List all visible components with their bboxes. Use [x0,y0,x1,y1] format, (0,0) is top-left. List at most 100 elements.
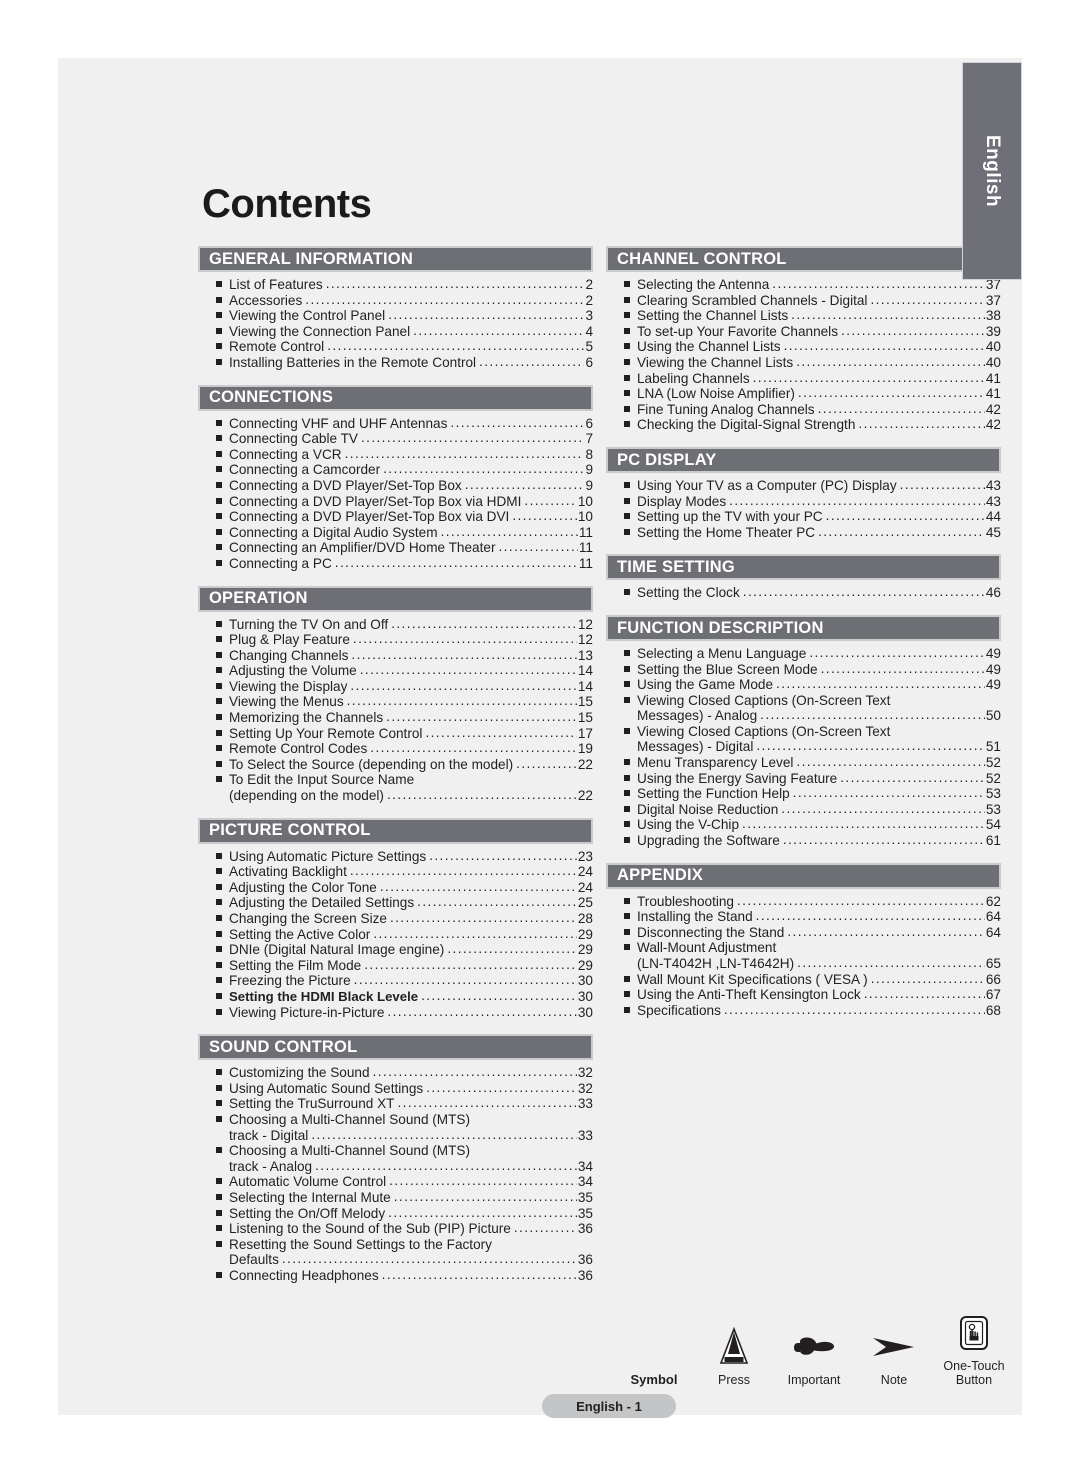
toc-entry[interactable]: Activating Backlight....................… [216,863,593,880]
toc-entry[interactable]: Specifications..........................… [624,1002,1001,1019]
toc-entry[interactable]: Setting the Channel Lists...............… [624,307,1001,324]
toc-entry[interactable]: Connecting a PC.........................… [216,555,593,572]
toc-section-header[interactable]: OPERATION [198,585,593,612]
toc-entry[interactable]: Memorizing the Channels.................… [216,709,593,726]
toc-entry[interactable]: Connecting a DVD Player/Set-Top Box.....… [216,477,593,494]
toc-section-header[interactable]: FUNCTION DESCRIPTION [606,614,1001,641]
toc-entry[interactable]: To set-up Your Favorite Channels........… [624,323,1001,340]
toc-entry[interactable]: Using the Anti-Theft Kensington Lock....… [624,986,1001,1003]
toc-entry[interactable]: Checking the Digital-Signal Strength....… [624,416,1001,433]
toc-entry[interactable]: Freezing the Picture....................… [216,972,593,989]
toc-entry[interactable]: Fine Tuning Analog Channels.............… [624,401,1001,418]
toc-entry[interactable]: Adjusting the Volume....................… [216,662,593,679]
toc-entry[interactable]: Adjusting the Color Tone................… [216,879,593,896]
toc-entry[interactable]: Viewing the Control Panel...............… [216,307,593,324]
toc-entry-page: 34 [577,1174,593,1190]
toc-entry-page: 11 [578,524,593,540]
toc-entry[interactable]: LNA (Low Noise Amplifier)...............… [624,385,1001,402]
toc-entry[interactable]: Display Modes...........................… [624,493,1001,510]
toc-entry[interactable]: Using the Channel Lists.................… [624,338,1001,355]
toc-entry[interactable]: Connecting a DVD Player/Set-Top Box via … [216,508,593,525]
toc-entry[interactable]: Digital Noise Reduction.................… [624,801,1001,818]
toc-entry[interactable]: To Edit the Input Source Name (depending … [216,772,593,803]
toc-entry-label: Connecting VHF and UHF Antennas [229,415,448,431]
toc-entry[interactable]: Connecting Headphones...................… [216,1267,593,1284]
toc-section-header[interactable]: APPENDIX [606,862,1001,889]
toc-entry[interactable]: Installing the Stand....................… [624,908,1001,925]
toc-entry[interactable]: Setting the TruSurround XT..............… [216,1095,593,1112]
toc-entry[interactable]: Viewing the Menus.......................… [216,693,593,710]
toc-entry[interactable]: Connecting a Camcorder..................… [216,461,593,478]
toc-entry[interactable]: Accessories.............................… [216,292,593,309]
toc-entry[interactable]: Choosing a Multi-Channel Sound (MTS) trac… [216,1143,593,1174]
toc-entry-label: Labeling Channels [637,370,750,386]
toc-entry[interactable]: Automatic Volume Control................… [216,1173,593,1190]
toc-entry[interactable]: Connecting Cable TV.....................… [216,430,593,447]
toc-entry[interactable]: Upgrading the Software..................… [624,832,1001,849]
toc-entry[interactable]: Viewing the Channel Lists...............… [624,354,1001,371]
toc-entry[interactable]: Setting up the TV with your PC..........… [624,508,1001,525]
toc-entry[interactable]: DNIe (Digital Natural Image engine).....… [216,941,593,958]
toc-entry[interactable]: Setting the Film Mode...................… [216,957,593,974]
toc-entry[interactable]: Setting the Blue Screen Mode............… [624,661,1001,678]
toc-entry[interactable]: Using the Game Mode.....................… [624,676,1001,693]
toc-entry[interactable]: Setting the Home Theater PC.............… [624,524,1001,541]
toc-entry[interactable]: Wall Mount Kit Specifications ( VESA )..… [624,971,1001,988]
toc-entry[interactable]: Plug & Play Feature.....................… [216,631,593,648]
toc-entry[interactable]: Viewing the Display.....................… [216,678,593,695]
toc-entry[interactable]: Viewing the Connection Panel............… [216,323,593,340]
toc-entry[interactable]: Using Automatic Sound Settings..........… [216,1080,593,1097]
toc-section-header[interactable]: GENERAL INFORMATION [198,246,593,272]
toc-entry[interactable]: Clearing Scrambled Channels - Digital...… [624,292,1001,309]
toc-section-header[interactable]: PICTURE CONTROL [198,817,593,844]
bullet-icon [216,636,222,643]
toc-entry[interactable]: Selecting a Menu Language...............… [624,645,1001,662]
toc-entry[interactable]: Listening to the Sound of the Sub (PIP) … [216,1220,593,1237]
toc-entry[interactable]: Connecting a VCR........................… [216,446,593,463]
toc-entry[interactable]: Labeling Channels.......................… [624,370,1001,387]
toc-entry[interactable]: Using the V-Chip........................… [624,816,1001,833]
toc-entry[interactable]: Selecting the Internal Mute.............… [216,1189,593,1206]
toc-entry[interactable]: Viewing Closed Captions (On-Screen Text M… [624,693,1001,724]
toc-entry[interactable]: Using the Energy Saving Feature.........… [624,770,1001,787]
toc-entry[interactable]: Setting the HDMI Black Levele...........… [216,988,593,1005]
toc-entry[interactable]: Setting Up Your Remote Control..........… [216,725,593,742]
toc-section-header[interactable]: TIME SETTING [606,554,1001,581]
toc-entry[interactable]: Connecting VHF and UHF Antennas.........… [216,415,593,432]
toc-entry[interactable]: Changing the Screen Size................… [216,910,593,927]
toc-entry[interactable]: Viewing Closed Captions (On-Screen Text M… [624,724,1001,755]
toc-entry[interactable]: Disconnecting the Stand.................… [624,924,1001,941]
toc-entry[interactable]: Viewing Picture-in-Picture..............… [216,1004,593,1021]
toc-section-header[interactable]: SOUND CONTROL [198,1034,593,1061]
toc-section-header[interactable]: CHANNEL CONTROL [606,246,1001,272]
toc-entry[interactable]: Troubleshooting.........................… [624,893,1001,910]
toc-section-header[interactable]: PC DISPLAY [606,446,1001,473]
toc-entry[interactable]: List of Features........................… [216,276,593,293]
toc-entry[interactable]: Connecting an Amplifier/DVD Home Theater… [216,539,593,556]
toc-entry[interactable]: Menu Transparency Level.................… [624,754,1001,771]
toc-entry[interactable]: Changing Channels.......................… [216,647,593,664]
toc-entry[interactable]: Setting the Function Help...............… [624,785,1001,802]
toc-entry[interactable]: Setting the Clock.......................… [624,584,1001,601]
toc-entry[interactable]: Setting the Active Color................… [216,926,593,943]
toc-entry[interactable]: Resetting the Sound Settings to the Fact… [216,1237,593,1268]
toc-entry[interactable]: Remote Control..........................… [216,338,593,355]
toc-entry[interactable]: Adjusting the Detailed Settings.........… [216,894,593,911]
toc-entry[interactable]: Connecting a DVD Player/Set-Top Box via … [216,493,593,510]
toc-entry[interactable]: Wall-Mount Adjustment (LN-T4042H ,LN-T464… [624,940,1001,971]
toc-entry[interactable]: To Select the Source (depending on the m… [216,756,593,773]
toc-entry[interactable]: Connecting a Digital Audio System.......… [216,524,593,541]
toc-section-header[interactable]: CONNECTIONS [198,384,593,411]
toc-entry[interactable]: Using Automatic Picture Settings........… [216,848,593,865]
toc-entry[interactable]: Remote Control Codes....................… [216,740,593,757]
toc-section: OPERATION Turning the TV On and Off......… [198,585,593,804]
toc-entry-label: Changing the Screen Size [229,911,387,926]
toc-entry[interactable]: Choosing a Multi-Channel Sound (MTS) trac… [216,1112,593,1143]
toc-entry[interactable]: Selecting the Antenna...................… [624,276,1001,293]
toc-entry[interactable]: Setting the On/Off Melody...............… [216,1205,593,1222]
toc-entry[interactable]: Using Your TV as a Computer (PC) Display… [624,477,1001,494]
toc-entry[interactable]: Turning the TV On and Off...............… [216,616,593,633]
toc-entry[interactable]: Installing Batteries in the Remote Contr… [216,354,593,371]
toc-entry[interactable]: Customizing the Sound...................… [216,1064,593,1081]
toc-entry-label: LNA (Low Noise Amplifier) [637,386,795,402]
